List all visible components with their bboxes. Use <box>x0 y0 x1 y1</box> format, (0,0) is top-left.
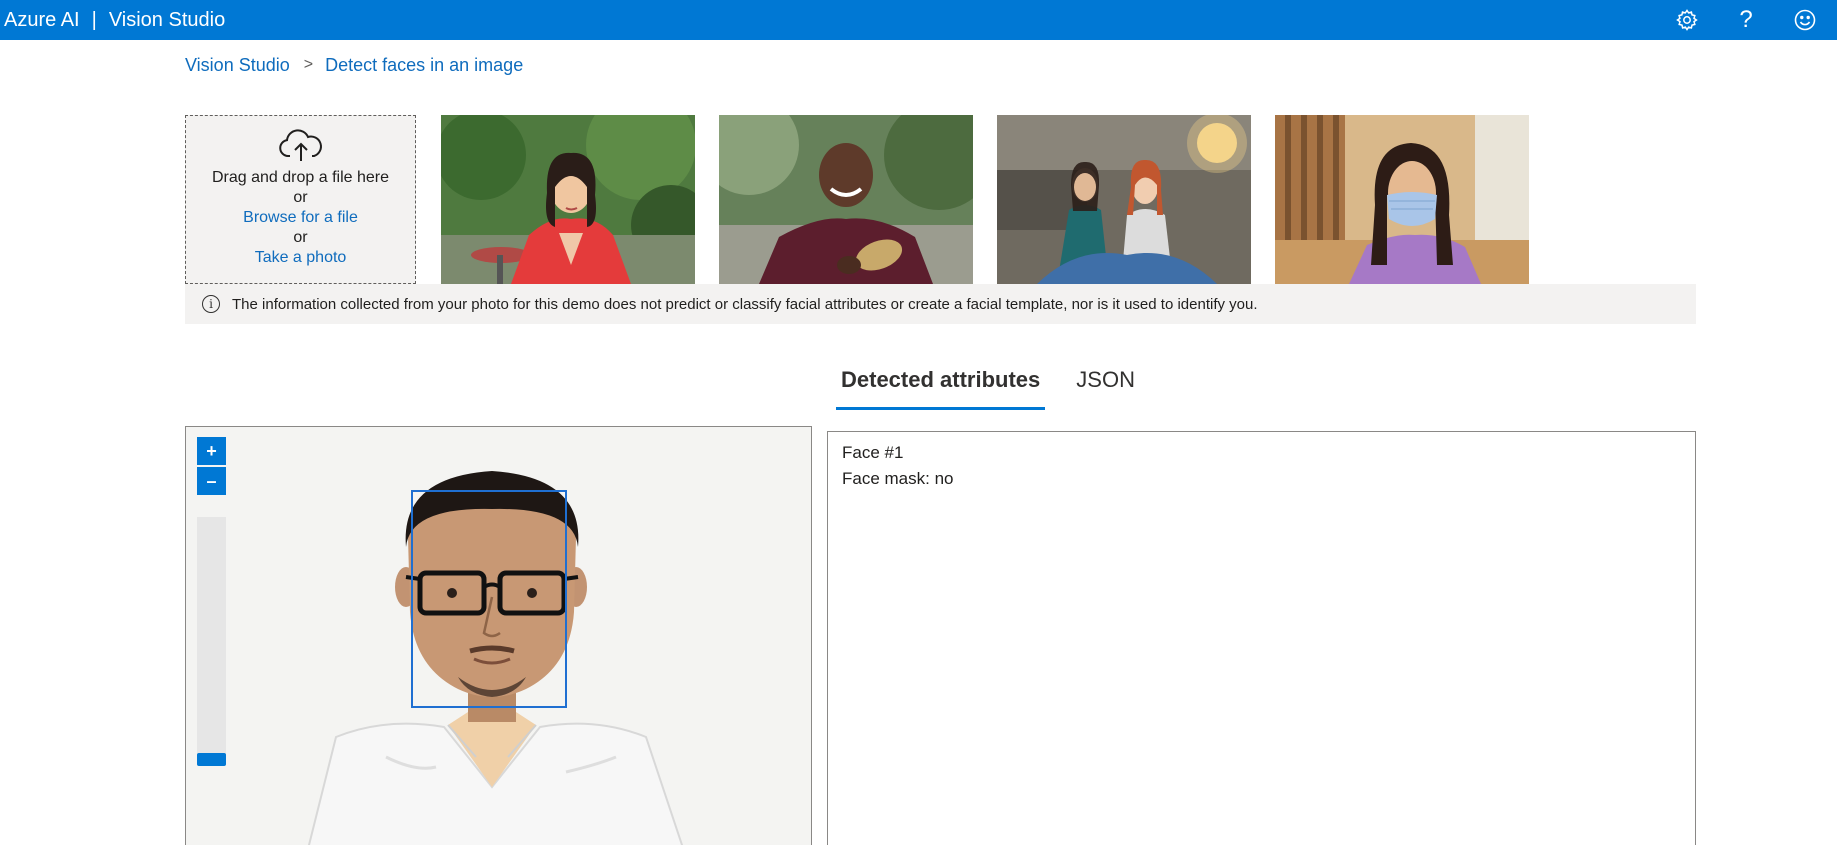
tab-json[interactable]: JSON <box>1071 362 1140 410</box>
face-bounding-box[interactable] <box>411 490 567 708</box>
feedback-smiley-icon[interactable] <box>1789 4 1821 36</box>
result-tabs: Detected attributes JSON <box>836 362 1166 410</box>
tab-detected-attributes[interactable]: Detected attributes <box>836 362 1046 410</box>
zoom-slider-handle[interactable] <box>197 753 226 766</box>
breadcrumb-current[interactable]: Detect faces in an image <box>325 55 523 76</box>
or-text: or <box>293 189 308 206</box>
cloud-upload-icon <box>278 129 322 161</box>
zoom-out-button[interactable]: – <box>197 467 226 495</box>
sample-image-3[interactable] <box>997 115 1251 284</box>
brand[interactable]: Azure AI | Vision Studio <box>4 0 225 40</box>
face-mask-value: Face mask: no <box>842 469 954 488</box>
zoom-slider-track[interactable] <box>197 517 226 757</box>
take-photo-link[interactable]: Take a photo <box>255 248 347 268</box>
sample-image-4[interactable] <box>1275 115 1529 284</box>
product-name: Vision Studio <box>108 8 226 31</box>
brand-separator: | <box>91 8 97 31</box>
info-icon: i <box>202 295 220 313</box>
upload-dropzone[interactable]: Drag and drop a file here or Browse for … <box>185 115 416 284</box>
breadcrumb-home-link[interactable]: Vision Studio <box>185 55 290 76</box>
or-text: or <box>293 229 308 246</box>
gear-icon[interactable] <box>1671 4 1703 36</box>
image-viewer[interactable]: + – <box>185 426 812 845</box>
detected-attributes-panel: Face #1 Face mask: no <box>827 431 1696 845</box>
browse-file-link[interactable]: Browse for a file <box>243 208 358 228</box>
breadcrumb: Vision Studio > Detect faces in an image <box>185 53 523 77</box>
sample-image-1[interactable] <box>441 115 695 284</box>
top-bar: Azure AI | Vision Studio ? <box>0 0 1837 40</box>
sample-image-2[interactable] <box>719 115 973 284</box>
drag-drop-text: Drag and drop a file here <box>212 169 389 186</box>
privacy-notice-text: The information collected from your phot… <box>232 295 1258 313</box>
privacy-notice: i The information collected from your ph… <box>185 284 1696 324</box>
chevron-right-icon: > <box>303 56 314 73</box>
face-title: Face #1 <box>842 443 904 462</box>
help-icon[interactable]: ? <box>1730 4 1762 36</box>
brand-name: Azure AI <box>4 8 80 31</box>
zoom-in-button[interactable]: + <box>197 437 226 465</box>
